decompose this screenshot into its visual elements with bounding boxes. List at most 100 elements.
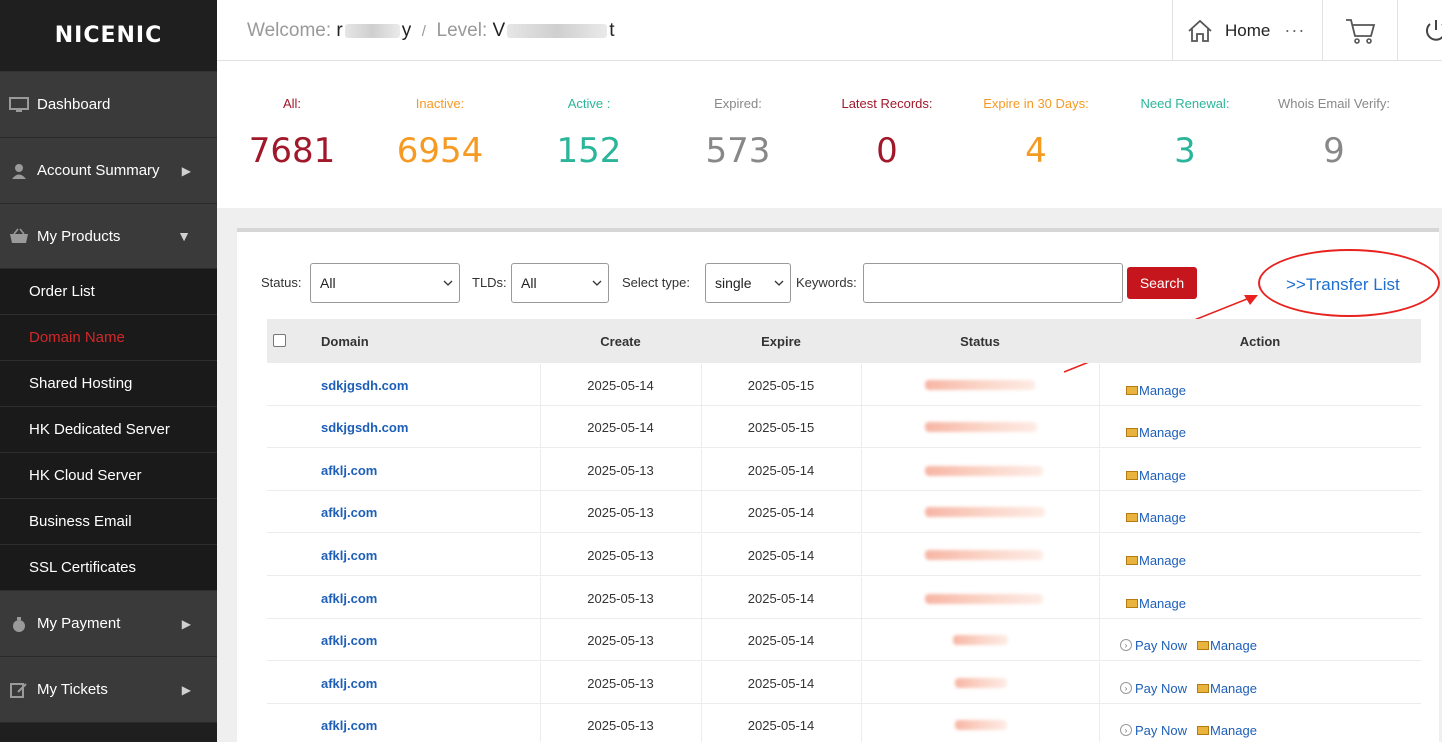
status-redacted [925,466,1043,476]
basket-icon [8,227,30,245]
stat-latest-records[interactable]: Latest Records: 0 [812,96,962,171]
table-row: afklj.com 2025-05-13 2025-05-14 › Pay Now… [267,619,1421,661]
column-divider [861,491,862,533]
column-divider [1099,449,1100,491]
expire-date: 2025-05-15 [747,419,815,435]
manage-button[interactable]: Manage [1126,411,1186,453]
stat-label: Whois Email Verify: [1278,96,1390,111]
pay-now-button[interactable]: › Pay Now [1120,667,1187,709]
expire-date: 2025-05-14 [747,504,815,520]
domain-link[interactable]: sdkjgsdh.com [321,406,408,448]
sidebar-subitem-shared-hosting[interactable]: Shared Hosting [0,361,217,407]
pay-now-button[interactable]: › Pay Now [1120,624,1187,666]
stat-value: 152 [556,131,622,171]
expire-date: 2025-05-15 [747,377,815,393]
status-select[interactable]: All [310,263,460,303]
logo[interactable]: NICENIC [0,0,217,72]
select-type-label: Select type: [622,275,690,290]
pay-now-button[interactable]: › Pay Now [1120,709,1187,742]
manage-icon [1126,470,1138,480]
sidebar-item-account-summary[interactable]: Account Summary ▶ [0,138,217,204]
column-divider [1099,704,1100,742]
sidebar-subitem-domain-name[interactable]: Domain Name [0,315,217,361]
sidebar-subitem-hk-cloud-server[interactable]: HK Cloud Server [0,453,217,499]
action-label: Manage [1139,467,1186,483]
pay-icon: › [1120,724,1132,736]
sidebar-item-my-payment[interactable]: My Payment ▶ [0,591,217,657]
manage-button[interactable]: Manage [1126,582,1186,624]
manage-button[interactable]: Manage [1126,539,1186,581]
status-redacted [955,678,1007,688]
column-header-create[interactable]: Create [540,319,701,363]
sidebar-item-dashboard[interactable]: Dashboard [0,72,217,138]
stat-value: 573 [705,131,771,171]
manage-button[interactable]: Manage [1197,667,1257,709]
table-row: afklj.com 2025-05-13 2025-05-14 Manage [267,491,1421,533]
column-header-domain[interactable]: Domain [321,319,369,363]
power-icon [1422,17,1442,45]
action-label: Manage [1139,382,1186,398]
status-redacted [925,550,1043,560]
manage-icon [1197,725,1209,735]
username-start: r [336,20,343,41]
action-label: Manage [1139,424,1186,440]
stat-label: Inactive: [415,96,465,111]
more-icon[interactable]: ··· [1284,20,1305,41]
status-redacted [955,720,1007,730]
stat-expire-30-days[interactable]: Expire in 30 Days: 4 [961,96,1111,171]
manage-button[interactable]: Manage [1126,496,1186,538]
home-button[interactable]: Home ··· [1172,0,1322,61]
create-date: 2025-05-13 [587,632,654,648]
action-label: Pay Now [1135,722,1188,738]
sidebar-subitem-order-list[interactable]: Order List [0,269,217,315]
tlds-select[interactable]: All [511,263,609,303]
sidebar-item-my-tickets[interactable]: My Tickets ▶ [0,657,217,723]
status-redacted [953,635,1008,645]
expire-date: 2025-05-14 [747,675,815,691]
stat-inactive[interactable]: Inactive: 6954 [365,96,515,171]
stat-whois-email-verify[interactable]: Whois Email Verify: 9 [1259,96,1409,171]
domain-link[interactable]: afklj.com [321,662,377,704]
manage-button[interactable]: Manage [1126,454,1186,496]
column-divider [1099,491,1100,533]
welcome-label: Welcome: [247,20,332,41]
column-header-status[interactable]: Status [861,319,1099,363]
stat-active[interactable]: Active : 152 [514,96,664,171]
pay-icon: › [1120,682,1132,694]
stat-label: Expired: [714,96,762,111]
sidebar-subitem-hk-dedicated-server[interactable]: HK Dedicated Server [0,407,217,453]
select-type-select[interactable]: single [705,263,791,303]
domain-link[interactable]: afklj.com [321,619,377,661]
expire-date: 2025-05-14 [747,547,815,563]
stat-value: 0 [876,131,898,171]
sidebar-item-label: My Products [37,227,121,245]
manage-button[interactable]: Manage [1197,624,1257,666]
stat-need-renewal[interactable]: Need Renewal: 3 [1110,96,1260,171]
status-redacted [925,507,1045,517]
logout-button[interactable] [1397,0,1442,61]
chevron-down-icon [592,276,602,293]
domain-link[interactable]: afklj.com [321,491,377,533]
manage-button[interactable]: Manage [1197,709,1257,742]
domain-link[interactable]: afklj.com [321,704,377,742]
column-header-expire[interactable]: Expire [701,319,861,363]
expire-date: 2025-05-14 [747,590,815,606]
sidebar-item-my-products[interactable]: My Products ▼ [0,204,217,269]
domain-link[interactable]: sdkjgsdh.com [321,364,408,406]
cart-button[interactable] [1322,0,1397,61]
domain-link[interactable]: afklj.com [321,534,377,576]
stat-expired[interactable]: Expired: 573 [663,96,813,171]
username-end: y [401,20,412,41]
domain-link[interactable]: afklj.com [321,449,377,491]
select-all-checkbox[interactable] [273,334,286,347]
money-bag-icon [8,615,30,633]
stat-all[interactable]: All: 7681 [217,96,367,171]
create-date: 2025-05-13 [587,547,654,563]
domain-link[interactable]: afklj.com [321,577,377,619]
sidebar-subitem-business-email[interactable]: Business Email [0,499,217,545]
sidebar-subitem-ssl-certificates[interactable]: SSL Certificates [0,545,217,591]
create-date: 2025-05-13 [587,462,654,478]
table-row: afklj.com 2025-05-13 2025-05-14 › Pay Now… [267,662,1421,704]
manage-button[interactable]: Manage [1126,369,1186,411]
column-divider [861,619,862,661]
